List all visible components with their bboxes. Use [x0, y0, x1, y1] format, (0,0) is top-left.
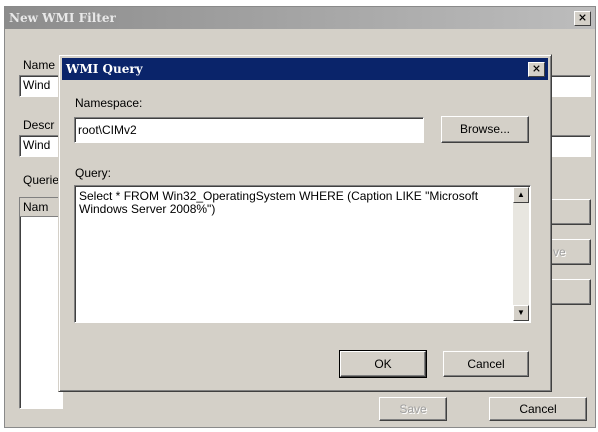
scroll-down-arrow-icon[interactable]: ▼ — [513, 305, 529, 321]
outer-window-title: New WMI Filter — [9, 11, 116, 25]
queries-remove-button[interactable]: ve — [551, 239, 591, 265]
query-close-icon[interactable]: × — [528, 62, 545, 77]
query-label: Query: — [75, 166, 112, 180]
scroll-up-arrow-icon[interactable]: ▲ — [513, 187, 529, 203]
browse-button[interactable]: Browse... — [441, 116, 529, 143]
description-label: Descr — [23, 118, 55, 132]
queries-label: Querie — [23, 173, 60, 187]
queries-add-button[interactable] — [551, 199, 591, 225]
query-scrollbar[interactable]: ▲ ▼ — [513, 187, 529, 321]
save-button[interactable]: Save — [379, 397, 447, 421]
queries-column-header[interactable]: Nam — [20, 198, 62, 217]
queries-list[interactable]: Nam — [19, 197, 63, 409]
query-cancel-button[interactable]: Cancel — [443, 351, 529, 377]
namespace-label: Namespace: — [75, 96, 143, 110]
ok-button[interactable]: OK — [339, 350, 427, 378]
namespace-input[interactable]: root\CIMv2 — [74, 117, 424, 143]
query-textarea[interactable]: Select * FROM Win32_OperatingSystem WHER… — [74, 185, 531, 323]
query-dialog-title: WMI Query — [66, 62, 143, 76]
outer-title-bar[interactable]: New WMI Filter × — [5, 7, 595, 29]
wmi-query-dialog: WMI Query × Namespace: root\CIMv2 Browse… — [58, 54, 552, 392]
query-text: Select * FROM Win32_OperatingSystem WHER… — [79, 189, 482, 216]
outer-cancel-button[interactable]: Cancel — [489, 397, 587, 421]
outer-close-icon[interactable]: × — [574, 11, 591, 26]
name-label: Name — [23, 58, 56, 72]
queries-edit-button[interactable] — [551, 279, 591, 305]
query-title-bar[interactable]: WMI Query × — [62, 58, 548, 80]
